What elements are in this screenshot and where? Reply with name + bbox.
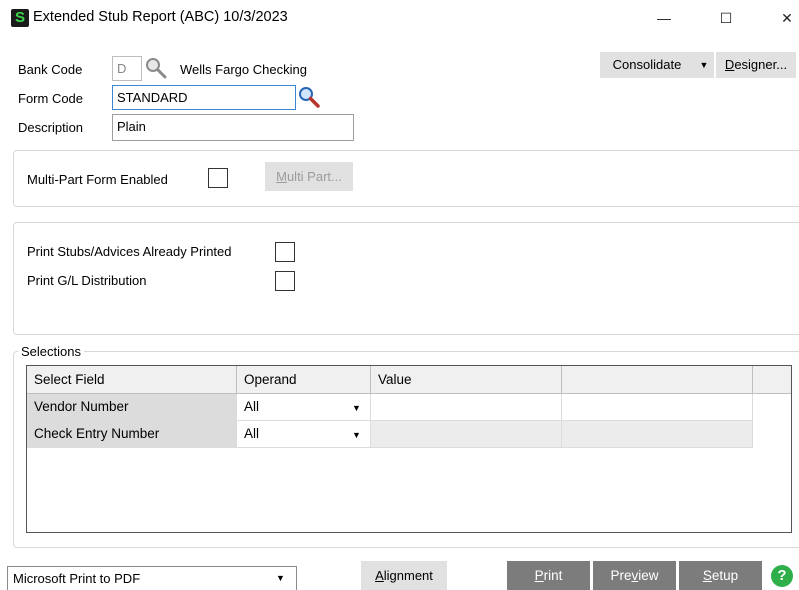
column-header-value[interactable]: Value bbox=[371, 366, 562, 394]
minimize-button[interactable]: — bbox=[649, 4, 679, 32]
alignment-button[interactable]: Alignment bbox=[361, 561, 447, 590]
table-row-extra bbox=[562, 394, 753, 421]
preview-button[interactable]: Preview bbox=[593, 561, 676, 590]
setup-button[interactable]: Setup bbox=[679, 561, 762, 590]
form-code-label: Form Code bbox=[18, 91, 84, 106]
multipart-enabled-label: Multi-Part Form Enabled bbox=[27, 172, 168, 187]
help-icon[interactable]: ? bbox=[771, 565, 793, 587]
printer-select[interactable]: Microsoft Print to PDF bbox=[7, 566, 297, 590]
print-stubs-checkbox[interactable] bbox=[275, 242, 295, 262]
app-icon: S bbox=[11, 9, 29, 27]
bank-code-lookup-icon[interactable] bbox=[145, 57, 167, 79]
column-header-extra bbox=[562, 366, 753, 394]
print-gl-label: Print G/L Distribution bbox=[27, 273, 147, 288]
print-stubs-label: Print Stubs/Advices Already Printed bbox=[27, 244, 232, 259]
table-row-value[interactable] bbox=[371, 394, 562, 421]
column-header-select-field[interactable]: Select Field bbox=[27, 366, 237, 394]
title-bar: S Extended Stub Report (ABC) 10/3/2023 —… bbox=[0, 0, 799, 36]
column-header-filler bbox=[753, 366, 791, 394]
form-code-lookup-icon[interactable] bbox=[298, 86, 320, 108]
multipart-button[interactable]: Multi Part... bbox=[265, 162, 353, 191]
chevron-down-icon[interactable]: ▼ bbox=[352, 430, 361, 440]
table-row-value[interactable] bbox=[371, 421, 562, 448]
column-header-operand[interactable]: Operand bbox=[237, 366, 371, 394]
consolidate-dropdown-button[interactable]: ▼ bbox=[694, 52, 714, 78]
chevron-down-icon[interactable]: ▼ bbox=[276, 573, 285, 583]
selections-grid: Select Field Operand Value Vendor Number… bbox=[26, 365, 792, 533]
window-title: Extended Stub Report (ABC) 10/3/2023 bbox=[33, 9, 288, 25]
description-input[interactable]: Plain bbox=[112, 114, 354, 141]
form-code-input[interactable]: STANDARD bbox=[112, 85, 296, 110]
selections-title: Selections bbox=[18, 344, 84, 359]
table-row-operand-select[interactable]: All bbox=[237, 421, 371, 448]
bank-name: Wells Fargo Checking bbox=[180, 62, 307, 77]
close-button[interactable]: ✕ bbox=[772, 4, 799, 32]
designer-button[interactable]: Designer... bbox=[716, 52, 796, 78]
print-button[interactable]: Print bbox=[507, 561, 590, 590]
multipart-enabled-checkbox[interactable] bbox=[208, 168, 228, 188]
table-row-field[interactable]: Vendor Number bbox=[27, 394, 237, 421]
bank-code-label: Bank Code bbox=[18, 62, 83, 77]
maximize-button[interactable]: ☐ bbox=[711, 4, 741, 32]
description-label: Description bbox=[18, 120, 84, 135]
table-row-extra bbox=[562, 421, 753, 448]
print-gl-checkbox[interactable] bbox=[275, 271, 295, 291]
chevron-down-icon[interactable]: ▼ bbox=[352, 403, 361, 413]
consolidate-button[interactable]: Consolidate bbox=[600, 52, 694, 78]
table-row-field[interactable]: Check Entry Number bbox=[27, 421, 237, 448]
bank-code-input[interactable]: D bbox=[112, 56, 142, 81]
table-row-operand-select[interactable]: All bbox=[237, 394, 371, 421]
